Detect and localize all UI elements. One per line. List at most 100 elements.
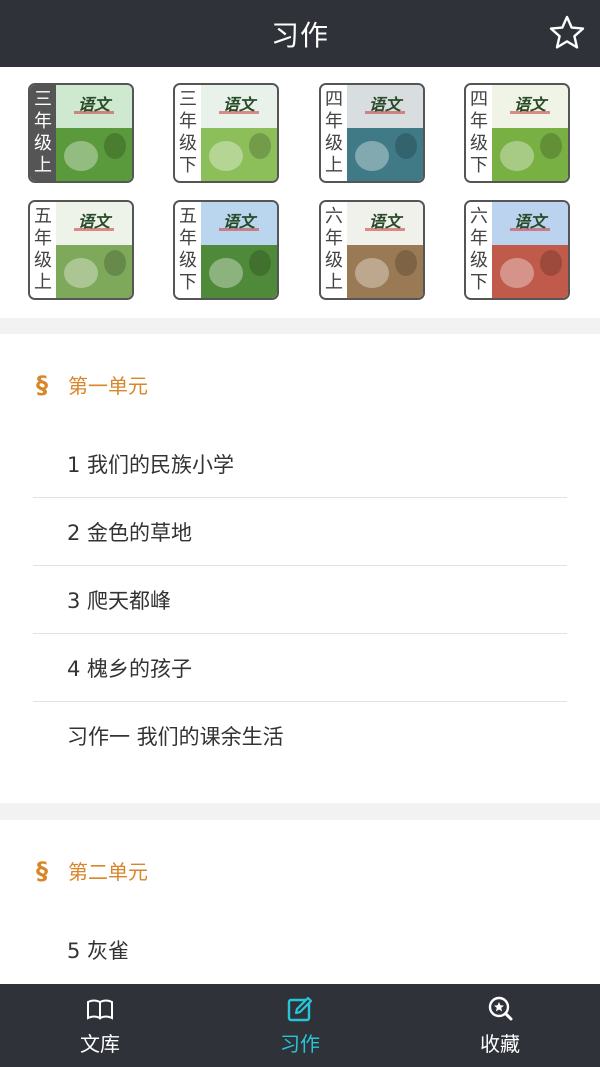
cover-title: 语文 (513, 95, 546, 114)
unit-title: 第一单元 (68, 374, 148, 398)
grade-book-7[interactable]: 六年级上 语文 (319, 200, 425, 300)
app-screen: 习作 三年级上语文三年级下语文四年级上语文四年级下语文五年级上语文五年级下语文六… (0, 0, 600, 1067)
lesson-title: 1 我们的民族小学 (67, 452, 235, 477)
grade-label: 四年级下 (466, 85, 492, 181)
grade-label-char: 三 (179, 89, 197, 110)
grade-label-char: 年 (34, 228, 52, 249)
cover-illustration (395, 133, 417, 159)
unit-section-2: § 第二单元 5 灰雀 (0, 820, 600, 984)
cover-illustration (209, 141, 243, 171)
grade-label-char: 四 (470, 89, 488, 110)
grade-label-char: 五 (179, 206, 197, 227)
grade-label-char: 三 (34, 89, 52, 110)
grade-label-char: 年 (470, 228, 488, 249)
tab-library[interactable]: 文库 (0, 984, 200, 1067)
cover-illustration (64, 258, 98, 288)
cover-title: 语文 (222, 212, 255, 231)
grade-label-char: 年 (179, 228, 197, 249)
tab-writing[interactable]: 习作 (200, 984, 400, 1067)
grade-label-char: 五 (34, 206, 52, 227)
cover-title: 语文 (513, 212, 546, 231)
book-cover-image: 语文 (347, 202, 423, 298)
star-outline-icon[interactable] (548, 14, 586, 52)
grade-label: 五年级上 (30, 202, 56, 298)
book-cover-image: 语文 (492, 202, 568, 298)
cover-title: 语文 (368, 95, 401, 114)
cover-illustration (249, 133, 271, 159)
grade-book-5[interactable]: 五年级上 语文 (28, 200, 134, 300)
grade-label-char: 级 (179, 133, 197, 154)
cover-illustration (540, 250, 562, 276)
unit-section-1: § 第一单元 1 我们的民族小学 2 金色的草地 3 爬天都峰 4 槐乡的孩子习作一 … (0, 334, 600, 803)
lesson-title: 5 灰雀 (67, 939, 130, 963)
favorites-search-icon (488, 996, 513, 1021)
lesson-item[interactable]: 2 金色的草地 (33, 498, 567, 566)
book-cover-image: 语文 (492, 85, 568, 181)
grade-label-char: 年 (325, 228, 343, 249)
cover-illustration (540, 133, 562, 159)
grade-label: 三年级下 (175, 85, 201, 181)
tab-favorites[interactable]: 收藏 (400, 984, 600, 1067)
cover-illustration (500, 141, 534, 171)
grade-label-char: 六 (470, 206, 488, 227)
book-cover-image: 语文 (201, 202, 277, 298)
bottom-tab-bar: 文库 习作 收藏 (0, 984, 600, 1067)
grade-book-2[interactable]: 三年级下 语文 (173, 83, 279, 183)
edit-icon (287, 996, 313, 1022)
tab-label: 收藏 (480, 1032, 520, 1056)
cover-illustration (209, 258, 243, 288)
grade-label-char: 年 (470, 111, 488, 132)
tab-label: 习作 (280, 1032, 320, 1056)
grade-label-char: 级 (325, 133, 343, 154)
lesson-item[interactable]: 习作一 我们的课余生活 (33, 702, 567, 770)
grade-label-char: 下 (179, 272, 197, 293)
grade-label-char: 六 (325, 206, 343, 227)
grade-label-char: 年 (179, 111, 197, 132)
grade-label-char: 上 (325, 272, 343, 293)
lesson-item[interactable]: 5 灰雀 (33, 916, 567, 984)
grade-label-char: 级 (34, 133, 52, 154)
grade-label-char: 上 (34, 155, 52, 176)
grade-book-1[interactable]: 三年级上 语文 (28, 83, 134, 183)
grade-label: 四年级上 (321, 85, 347, 181)
lesson-title: 4 槐乡的孩子 (67, 656, 193, 681)
grade-book-grid: 三年级上语文三年级下语文四年级上语文四年级下语文五年级上语文五年级下语文六年级上… (0, 67, 600, 318)
section-sign-icon: § (36, 856, 48, 885)
lesson-item[interactable]: 1 我们的民族小学 (33, 430, 567, 498)
unit-header: § 第一单元 (36, 370, 148, 399)
book-cover-image: 语文 (201, 85, 277, 181)
cover-illustration (249, 250, 271, 276)
tab-label: 文库 (80, 1032, 120, 1056)
cover-illustration (355, 258, 389, 288)
open-book-icon (87, 999, 113, 1020)
top-bar: 习作 (0, 0, 600, 67)
grade-label: 六年级上 (321, 202, 347, 298)
grade-label-char: 级 (470, 250, 488, 271)
grade-label-char: 级 (179, 250, 197, 271)
grade-book-3[interactable]: 四年级上 语文 (319, 83, 425, 183)
cover-title: 语文 (222, 95, 255, 114)
book-cover-image: 语文 (347, 85, 423, 181)
grade-label-char: 下 (470, 272, 488, 293)
lesson-item[interactable]: 3 爬天都峰 (33, 566, 567, 634)
grade-label: 五年级下 (175, 202, 201, 298)
section-sign-icon: § (36, 370, 48, 399)
grade-label-char: 级 (325, 250, 343, 271)
grade-book-8[interactable]: 六年级下 语文 (464, 200, 570, 300)
cover-title: 语文 (77, 212, 110, 231)
grade-label-char: 级 (34, 250, 52, 271)
book-cover-image: 语文 (56, 202, 132, 298)
cover-illustration (355, 141, 389, 171)
lesson-item[interactable]: 4 槐乡的孩子 (33, 634, 567, 702)
grade-label-char: 下 (179, 155, 197, 176)
grade-book-4[interactable]: 四年级下 语文 (464, 83, 570, 183)
grade-label-char: 四 (325, 89, 343, 110)
grade-label-char: 上 (34, 272, 52, 293)
cover-illustration (104, 133, 126, 159)
lesson-title: 习作一 我们的课余生活 (67, 725, 284, 749)
lesson-title: 2 金色的草地 (67, 520, 193, 545)
grade-book-6[interactable]: 五年级下 语文 (173, 200, 279, 300)
cover-illustration (500, 258, 534, 288)
unit-title: 第二单元 (68, 860, 148, 884)
grade-label-char: 下 (470, 155, 488, 176)
